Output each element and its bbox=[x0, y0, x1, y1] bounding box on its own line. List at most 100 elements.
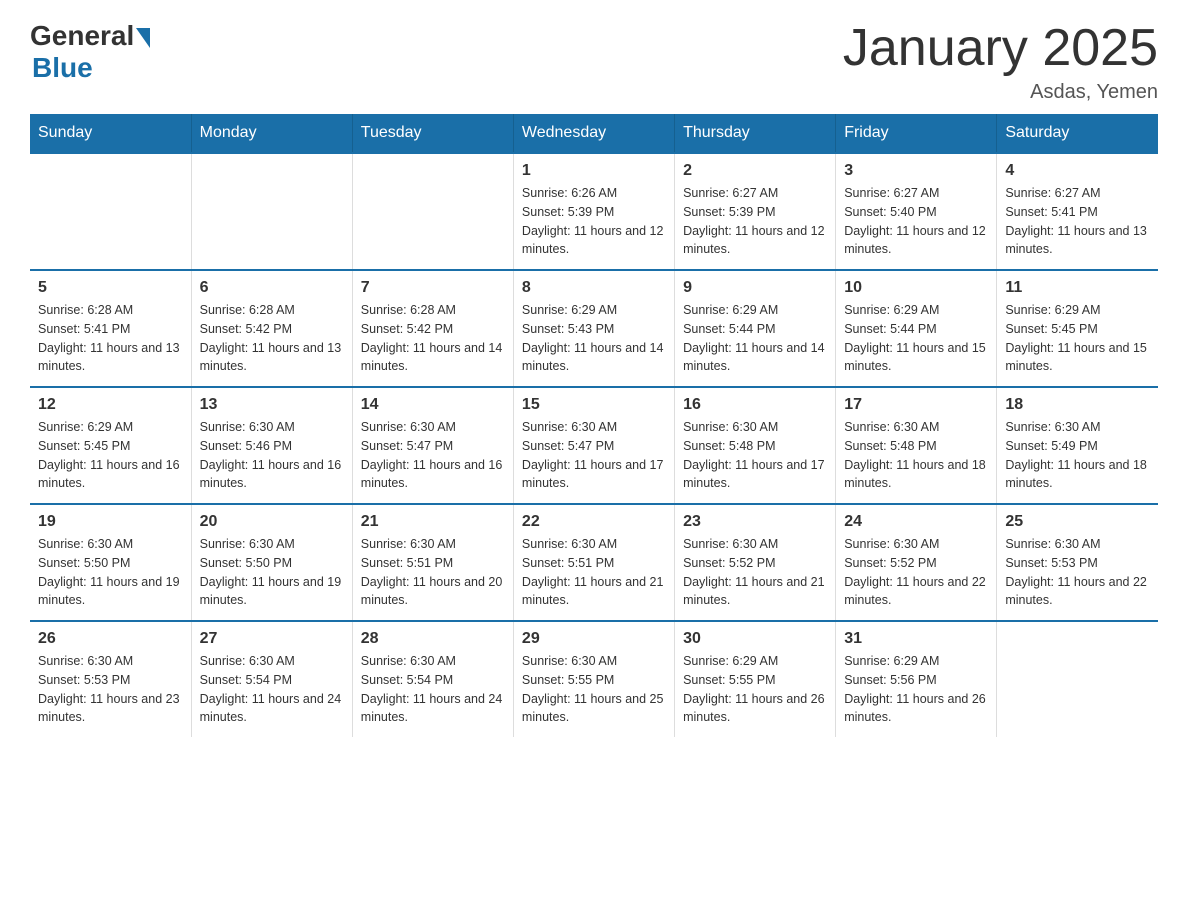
day-number: 22 bbox=[522, 513, 666, 531]
day-info: Sunrise: 6:29 AMSunset: 5:44 PMDaylight:… bbox=[844, 301, 988, 376]
day-info: Sunrise: 6:30 AMSunset: 5:48 PMDaylight:… bbox=[683, 418, 827, 493]
calendar-cell: 10 Sunrise: 6:29 AMSunset: 5:44 PMDayligh… bbox=[836, 270, 997, 387]
day-number: 18 bbox=[1005, 396, 1150, 414]
calendar-cell: 16 Sunrise: 6:30 AMSunset: 5:48 PMDayligh… bbox=[675, 387, 836, 504]
day-info: Sunrise: 6:30 AMSunset: 5:53 PMDaylight:… bbox=[1005, 535, 1150, 610]
calendar-cell: 18 Sunrise: 6:30 AMSunset: 5:49 PMDayligh… bbox=[997, 387, 1158, 504]
day-info: Sunrise: 6:29 AMSunset: 5:45 PMDaylight:… bbox=[1005, 301, 1150, 376]
day-number: 2 bbox=[683, 162, 827, 180]
day-number: 14 bbox=[361, 396, 505, 414]
calendar-cell: 17Sunrise: 6:30 AMSunset: 5:48 PMDayligh… bbox=[836, 387, 997, 504]
calendar-location: Asdas, Yemen bbox=[843, 81, 1158, 104]
day-info: Sunrise: 6:30 AMSunset: 5:51 PMDaylight:… bbox=[361, 535, 505, 610]
day-info: Sunrise: 6:30 AMSunset: 5:52 PMDaylight:… bbox=[844, 535, 988, 610]
calendar-cell: 23 Sunrise: 6:30 AMSunset: 5:52 PMDayligh… bbox=[675, 504, 836, 621]
calendar-cell bbox=[30, 153, 191, 270]
logo-general-text: General bbox=[30, 20, 134, 52]
day-info: Sunrise: 6:30 AMSunset: 5:49 PMDaylight:… bbox=[1005, 418, 1150, 493]
day-number: 9 bbox=[683, 279, 827, 297]
day-number: 28 bbox=[361, 630, 505, 648]
calendar-cell: 28 Sunrise: 6:30 AMSunset: 5:54 PMDayligh… bbox=[352, 621, 513, 737]
calendar-cell: 8Sunrise: 6:29 AMSunset: 5:43 PMDaylight… bbox=[513, 270, 674, 387]
day-info: Sunrise: 6:30 AMSunset: 5:51 PMDaylight:… bbox=[522, 535, 666, 610]
calendar-cell: 15Sunrise: 6:30 AMSunset: 5:47 PMDayligh… bbox=[513, 387, 674, 504]
calendar-cell: 21Sunrise: 6:30 AMSunset: 5:51 PMDayligh… bbox=[352, 504, 513, 621]
day-info: Sunrise: 6:30 AMSunset: 5:55 PMDaylight:… bbox=[522, 652, 666, 727]
day-number: 5 bbox=[38, 279, 183, 297]
day-of-week-header: Saturday bbox=[997, 114, 1158, 153]
calendar-week-row: 26 Sunrise: 6:30 AMSunset: 5:53 PMDayligh… bbox=[30, 621, 1158, 737]
day-number: 10 bbox=[844, 279, 988, 297]
calendar-cell bbox=[352, 153, 513, 270]
day-number: 19 bbox=[38, 513, 183, 531]
day-number: 29 bbox=[522, 630, 666, 648]
day-number: 13 bbox=[200, 396, 344, 414]
day-info: Sunrise: 6:30 AMSunset: 5:50 PMDaylight:… bbox=[38, 535, 183, 610]
day-info: Sunrise: 6:30 AMSunset: 5:54 PMDaylight:… bbox=[200, 652, 344, 727]
day-info: Sunrise: 6:30 AMSunset: 5:50 PMDaylight:… bbox=[200, 535, 344, 610]
day-info: Sunrise: 6:30 AMSunset: 5:48 PMDaylight:… bbox=[844, 418, 988, 493]
calendar-cell: 5 Sunrise: 6:28 AMSunset: 5:41 PMDaylight… bbox=[30, 270, 191, 387]
calendar-cell: 11Sunrise: 6:29 AMSunset: 5:45 PMDayligh… bbox=[997, 270, 1158, 387]
calendar-cell bbox=[191, 153, 352, 270]
day-info: Sunrise: 6:30 AMSunset: 5:54 PMDaylight:… bbox=[361, 652, 505, 727]
calendar-cell: 12Sunrise: 6:29 AMSunset: 5:45 PMDayligh… bbox=[30, 387, 191, 504]
day-number: 25 bbox=[1005, 513, 1150, 531]
day-info: Sunrise: 6:29 AMSunset: 5:55 PMDaylight:… bbox=[683, 652, 827, 727]
day-number: 8 bbox=[522, 279, 666, 297]
calendar-cell: 24 Sunrise: 6:30 AMSunset: 5:52 PMDayligh… bbox=[836, 504, 997, 621]
calendar-cell: 9 Sunrise: 6:29 AMSunset: 5:44 PMDaylight… bbox=[675, 270, 836, 387]
day-number: 16 bbox=[683, 396, 827, 414]
day-info: Sunrise: 6:28 AMSunset: 5:42 PMDaylight:… bbox=[200, 301, 344, 376]
day-number: 4 bbox=[1005, 162, 1150, 180]
day-number: 24 bbox=[844, 513, 988, 531]
calendar-week-row: 1Sunrise: 6:26 AMSunset: 5:39 PMDaylight… bbox=[30, 153, 1158, 270]
day-number: 26 bbox=[38, 630, 183, 648]
calendar-cell: 7Sunrise: 6:28 AMSunset: 5:42 PMDaylight… bbox=[352, 270, 513, 387]
day-info: Sunrise: 6:27 AMSunset: 5:41 PMDaylight:… bbox=[1005, 184, 1150, 259]
calendar-table: SundayMondayTuesdayWednesdayThursdayFrid… bbox=[30, 114, 1158, 737]
day-number: 31 bbox=[844, 630, 988, 648]
logo: General Blue bbox=[30, 20, 150, 84]
day-number: 1 bbox=[522, 162, 666, 180]
day-number: 23 bbox=[683, 513, 827, 531]
calendar-cell: 26 Sunrise: 6:30 AMSunset: 5:53 PMDayligh… bbox=[30, 621, 191, 737]
day-number: 27 bbox=[200, 630, 344, 648]
title-block: January 2025 Asdas, Yemen bbox=[843, 20, 1158, 104]
day-info: Sunrise: 6:30 AMSunset: 5:53 PMDaylight:… bbox=[38, 652, 183, 727]
day-info: Sunrise: 6:30 AMSunset: 5:52 PMDaylight:… bbox=[683, 535, 827, 610]
calendar-week-row: 5 Sunrise: 6:28 AMSunset: 5:41 PMDaylight… bbox=[30, 270, 1158, 387]
calendar-cell: 13Sunrise: 6:30 AMSunset: 5:46 PMDayligh… bbox=[191, 387, 352, 504]
day-info: Sunrise: 6:29 AMSunset: 5:44 PMDaylight:… bbox=[683, 301, 827, 376]
calendar-cell: 1Sunrise: 6:26 AMSunset: 5:39 PMDaylight… bbox=[513, 153, 674, 270]
calendar-cell: 20Sunrise: 6:30 AMSunset: 5:50 PMDayligh… bbox=[191, 504, 352, 621]
day-of-week-header: Sunday bbox=[30, 114, 191, 153]
calendar-week-row: 12Sunrise: 6:29 AMSunset: 5:45 PMDayligh… bbox=[30, 387, 1158, 504]
day-number: 6 bbox=[200, 279, 344, 297]
calendar-cell: 6 Sunrise: 6:28 AMSunset: 5:42 PMDaylight… bbox=[191, 270, 352, 387]
calendar-cell: 3 Sunrise: 6:27 AMSunset: 5:40 PMDaylight… bbox=[836, 153, 997, 270]
day-number: 3 bbox=[844, 162, 988, 180]
day-info: Sunrise: 6:27 AMSunset: 5:40 PMDaylight:… bbox=[844, 184, 988, 259]
day-info: Sunrise: 6:30 AMSunset: 5:47 PMDaylight:… bbox=[522, 418, 666, 493]
page-header: General Blue January 2025 Asdas, Yemen bbox=[30, 20, 1158, 104]
day-info: Sunrise: 6:28 AMSunset: 5:42 PMDaylight:… bbox=[361, 301, 505, 376]
calendar-week-row: 19 Sunrise: 6:30 AMSunset: 5:50 PMDayligh… bbox=[30, 504, 1158, 621]
calendar-header-row: SundayMondayTuesdayWednesdayThursdayFrid… bbox=[30, 114, 1158, 153]
day-info: Sunrise: 6:28 AMSunset: 5:41 PMDaylight:… bbox=[38, 301, 183, 376]
calendar-cell: 19 Sunrise: 6:30 AMSunset: 5:50 PMDayligh… bbox=[30, 504, 191, 621]
day-info: Sunrise: 6:30 AMSunset: 5:47 PMDaylight:… bbox=[361, 418, 505, 493]
day-info: Sunrise: 6:27 AMSunset: 5:39 PMDaylight:… bbox=[683, 184, 827, 259]
calendar-title: January 2025 bbox=[843, 20, 1158, 77]
day-info: Sunrise: 6:29 AMSunset: 5:56 PMDaylight:… bbox=[844, 652, 988, 727]
calendar-cell: 29 Sunrise: 6:30 AMSunset: 5:55 PMDayligh… bbox=[513, 621, 674, 737]
day-number: 12 bbox=[38, 396, 183, 414]
calendar-cell: 30Sunrise: 6:29 AMSunset: 5:55 PMDayligh… bbox=[675, 621, 836, 737]
calendar-cell bbox=[997, 621, 1158, 737]
calendar-cell: 4 Sunrise: 6:27 AMSunset: 5:41 PMDaylight… bbox=[997, 153, 1158, 270]
logo-blue-text: Blue bbox=[32, 52, 93, 84]
day-of-week-header: Friday bbox=[836, 114, 997, 153]
calendar-cell: 14 Sunrise: 6:30 AMSunset: 5:47 PMDayligh… bbox=[352, 387, 513, 504]
day-of-week-header: Tuesday bbox=[352, 114, 513, 153]
calendar-cell: 2 Sunrise: 6:27 AMSunset: 5:39 PMDaylight… bbox=[675, 153, 836, 270]
